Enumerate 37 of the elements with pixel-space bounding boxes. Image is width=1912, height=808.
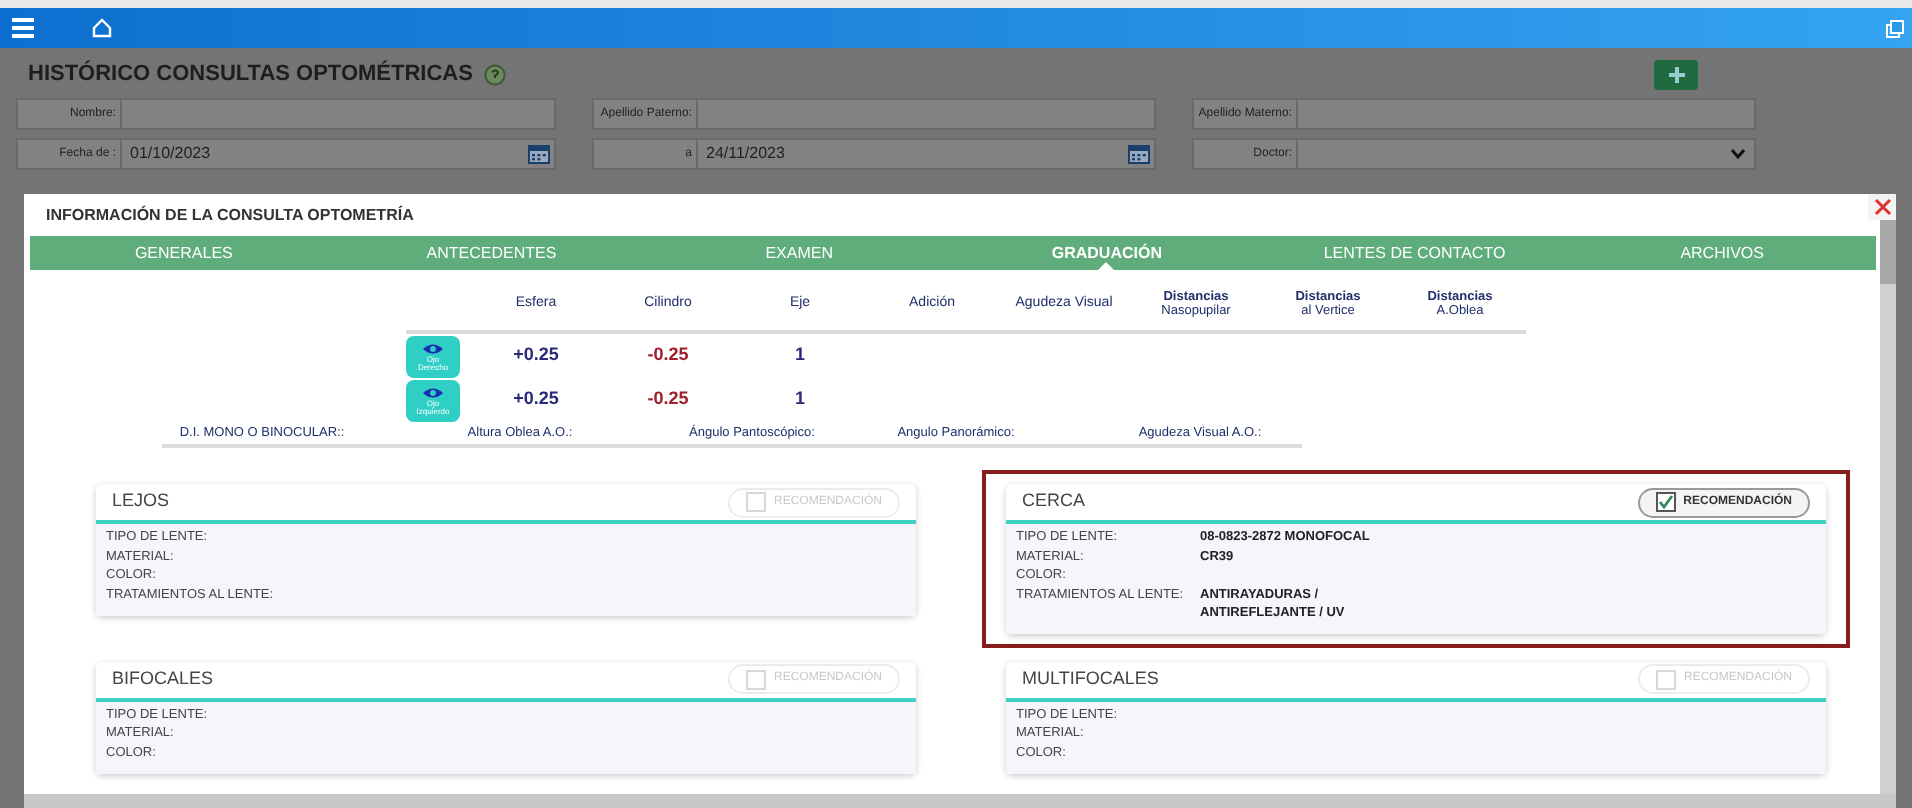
eye-icon <box>422 385 444 399</box>
calendar-icon[interactable] <box>528 144 550 164</box>
table-cell-text: 1 <box>794 342 805 369</box>
card-title: LEJOS <box>112 488 170 515</box>
tab[interactable]: GRADUACIÓN <box>953 236 1261 270</box>
field-value: 01/10/2023 <box>128 142 211 166</box>
field-value: 24/11/2023 <box>704 142 785 166</box>
vertical-scrollbar[interactable] <box>1880 220 1896 794</box>
home-icon[interactable] <box>92 18 112 38</box>
horizontal-scrollbar[interactable] <box>24 794 1896 808</box>
add-button[interactable] <box>1654 59 1698 89</box>
tab[interactable]: ANTECEDENTES <box>337 236 646 270</box>
card-title: MULTIFOCALES <box>1022 665 1159 692</box>
modal-title: INFORMACIÓN DE LA CONSULTA OPTOMETRÍA <box>46 203 414 227</box>
chevron-down-icon <box>1730 148 1746 160</box>
menu-icon[interactable] <box>12 18 34 38</box>
tab[interactable]: GENERALES <box>30 236 338 270</box>
card-title: CERCA <box>1022 488 1086 515</box>
eye-icon <box>422 341 444 355</box>
table-cell-text: 1 <box>794 386 805 413</box>
card-title: BIFOCALES <box>112 665 214 692</box>
close-icon <box>1873 198 1891 216</box>
table-cell-text: +0.25 <box>513 342 559 369</box>
tab[interactable]: LENTES DE CONTACTO <box>1260 236 1569 270</box>
calendar-icon[interactable] <box>1128 144 1150 164</box>
table-cell-text: -0.25 <box>647 342 689 369</box>
check-icon <box>1657 494 1674 510</box>
close-button[interactable] <box>1868 194 1896 220</box>
checkbox[interactable] <box>1655 492 1676 512</box>
table-cell-text: -0.25 <box>647 386 689 413</box>
tab[interactable]: ARCHIVOS <box>1568 236 1877 270</box>
page-title: HISTÓRICO CONSULTAS OPTOMÉTRICAS <box>28 58 473 90</box>
plus-icon <box>1667 65 1685 83</box>
tab[interactable]: EXAMEN <box>645 236 953 270</box>
help-icon[interactable] <box>484 63 507 85</box>
table-cell-text: +0.25 <box>513 386 559 413</box>
window-icon[interactable] <box>1886 19 1904 37</box>
